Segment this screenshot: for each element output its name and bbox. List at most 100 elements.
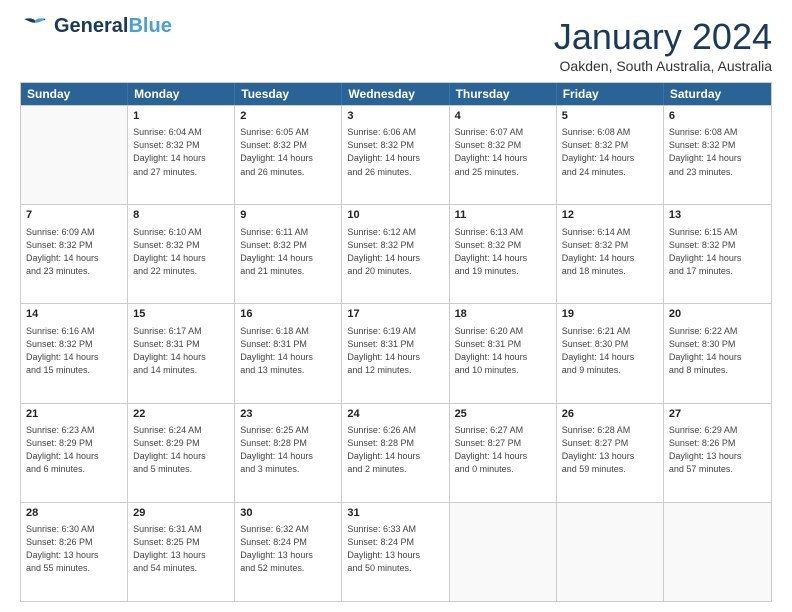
header: GeneralBlue January 2024 Oakden, South A… [20, 16, 772, 74]
cal-cell-10: 10 Sunrise: 6:12 AM Sunset: 8:32 PM Dayli… [342, 205, 449, 303]
day-number: 3 [347, 109, 443, 124]
day-number: 19 [562, 307, 658, 322]
weekday-header-friday: Friday [557, 83, 664, 105]
cal-cell-8: 8Sunrise: 6:10 AM Sunset: 8:32 PM Daylig… [128, 205, 235, 303]
day-number: 27 [669, 407, 766, 422]
cal-cell-21: 21Sunrise: 6:23 AM Sunset: 8:29 PM Dayli… [21, 404, 128, 502]
day-info: Sunrise: 6:06 AM Sunset: 8:32 PM Dayligh… [347, 126, 443, 178]
day-info: Sunrise: 6:23 AM Sunset: 8:29 PM Dayligh… [26, 424, 122, 476]
day-number: 9 [240, 208, 336, 223]
day-number: 24 [347, 407, 443, 422]
day-number: 5 [562, 109, 658, 124]
day-info: Sunrise: 6:18 AM Sunset: 8:31 PM Dayligh… [240, 325, 336, 377]
day-info: Sunrise: 6:22 AM Sunset: 8:30 PM Dayligh… [669, 325, 766, 377]
weekday-header-monday: Monday [128, 83, 235, 105]
logo: GeneralBlue [20, 16, 172, 36]
cal-cell-1: 1 Sunrise: 6:04 AM Sunset: 8:32 PM Daylig… [128, 106, 235, 204]
cal-cell-9: 9 Sunrise: 6:11 AM Sunset: 8:32 PM Daylig… [235, 205, 342, 303]
cal-cell-empty-4 [450, 503, 557, 601]
calendar-header: SundayMondayTuesdayWednesdayThursdayFrid… [21, 83, 771, 105]
cal-cell-2: 2 Sunrise: 6:05 AM Sunset: 8:32 PM Daylig… [235, 106, 342, 204]
cal-cell-31: 31Sunrise: 6:33 AM Sunset: 8:24 PM Dayli… [342, 503, 449, 601]
week-row-3: 14 Sunrise: 6:16 AM Sunset: 8:32 PM Dayli… [21, 303, 771, 402]
cal-cell-14: 14 Sunrise: 6:16 AM Sunset: 8:32 PM Dayli… [21, 304, 128, 402]
day-number: 11 [455, 208, 551, 223]
day-info: Sunrise: 6:19 AM Sunset: 8:31 PM Dayligh… [347, 325, 443, 377]
cal-cell-29: 29Sunrise: 6:31 AM Sunset: 8:25 PM Dayli… [128, 503, 235, 601]
day-info: Sunrise: 6:15 AM Sunset: 8:32 PM Dayligh… [669, 226, 766, 278]
day-number: 2 [240, 109, 336, 124]
weekday-header-thursday: Thursday [450, 83, 557, 105]
logo-text: GeneralBlue [54, 16, 172, 36]
day-info: Sunrise: 6:04 AM Sunset: 8:32 PM Dayligh… [133, 126, 229, 178]
cal-cell-13: 13 Sunrise: 6:15 AM Sunset: 8:32 PM Dayli… [664, 205, 771, 303]
day-info: Sunrise: 6:14 AM Sunset: 8:32 PM Dayligh… [562, 226, 658, 278]
day-number: 13 [669, 208, 766, 223]
day-info: Sunrise: 6:20 AM Sunset: 8:31 PM Dayligh… [455, 325, 551, 377]
day-info: Sunrise: 6:17 AM Sunset: 8:31 PM Dayligh… [133, 325, 229, 377]
cal-cell-empty-0 [21, 106, 128, 204]
day-info: Sunrise: 6:10 AM Sunset: 8:32 PM Dayligh… [133, 226, 229, 278]
weekday-header-tuesday: Tuesday [235, 83, 342, 105]
cal-cell-27: 27 Sunrise: 6:29 AM Sunset: 8:26 PM Dayli… [664, 404, 771, 502]
location-subtitle: Oakden, South Australia, Australia [554, 58, 772, 74]
day-number: 17 [347, 307, 443, 322]
day-info: Sunrise: 6:24 AM Sunset: 8:29 PM Dayligh… [133, 424, 229, 476]
cal-cell-6: 6 Sunrise: 6:08 AM Sunset: 8:32 PM Daylig… [664, 106, 771, 204]
day-number: 30 [240, 506, 336, 521]
calendar-body: 1 Sunrise: 6:04 AM Sunset: 8:32 PM Daylig… [21, 105, 771, 601]
day-number: 6 [669, 109, 766, 124]
day-info: Sunrise: 6:30 AM Sunset: 8:26 PM Dayligh… [26, 523, 122, 575]
month-title: January 2024 [554, 16, 772, 58]
day-info: Sunrise: 6:12 AM Sunset: 8:32 PM Dayligh… [347, 226, 443, 278]
cal-cell-15: 15 Sunrise: 6:17 AM Sunset: 8:31 PM Dayli… [128, 304, 235, 402]
cal-cell-20: 20 Sunrise: 6:22 AM Sunset: 8:30 PM Dayli… [664, 304, 771, 402]
day-info: Sunrise: 6:29 AM Sunset: 8:26 PM Dayligh… [669, 424, 766, 476]
cal-cell-5: 5Sunrise: 6:08 AM Sunset: 8:32 PM Daylig… [557, 106, 664, 204]
day-info: Sunrise: 6:26 AM Sunset: 8:28 PM Dayligh… [347, 424, 443, 476]
cal-cell-25: 25Sunrise: 6:27 AM Sunset: 8:27 PM Dayli… [450, 404, 557, 502]
day-number: 26 [562, 407, 658, 422]
day-info: Sunrise: 6:09 AM Sunset: 8:32 PM Dayligh… [26, 226, 122, 278]
cal-cell-19: 19 Sunrise: 6:21 AM Sunset: 8:30 PM Dayli… [557, 304, 664, 402]
day-number: 15 [133, 307, 229, 322]
day-info: Sunrise: 6:13 AM Sunset: 8:32 PM Dayligh… [455, 226, 551, 278]
day-info: Sunrise: 6:21 AM Sunset: 8:30 PM Dayligh… [562, 325, 658, 377]
cal-cell-16: 16Sunrise: 6:18 AM Sunset: 8:31 PM Dayli… [235, 304, 342, 402]
day-number: 18 [455, 307, 551, 322]
cal-cell-24: 24 Sunrise: 6:26 AM Sunset: 8:28 PM Dayli… [342, 404, 449, 502]
day-number: 10 [347, 208, 443, 223]
weekday-header-saturday: Saturday [664, 83, 771, 105]
cal-cell-7: 7Sunrise: 6:09 AM Sunset: 8:32 PM Daylig… [21, 205, 128, 303]
day-info: Sunrise: 6:16 AM Sunset: 8:32 PM Dayligh… [26, 325, 122, 377]
cal-cell-empty-6 [664, 503, 771, 601]
cal-cell-18: 18 Sunrise: 6:20 AM Sunset: 8:31 PM Dayli… [450, 304, 557, 402]
day-number: 1 [133, 109, 229, 124]
week-row-4: 21Sunrise: 6:23 AM Sunset: 8:29 PM Dayli… [21, 403, 771, 502]
cal-cell-28: 28 Sunrise: 6:30 AM Sunset: 8:26 PM Dayli… [21, 503, 128, 601]
cal-cell-11: 11 Sunrise: 6:13 AM Sunset: 8:32 PM Dayli… [450, 205, 557, 303]
day-info: Sunrise: 6:08 AM Sunset: 8:32 PM Dayligh… [669, 126, 766, 178]
day-info: Sunrise: 6:05 AM Sunset: 8:32 PM Dayligh… [240, 126, 336, 178]
week-row-1: 1 Sunrise: 6:04 AM Sunset: 8:32 PM Daylig… [21, 105, 771, 204]
day-number: 22 [133, 407, 229, 422]
cal-cell-30: 30 Sunrise: 6:32 AM Sunset: 8:24 PM Dayli… [235, 503, 342, 601]
weekday-header-sunday: Sunday [21, 83, 128, 105]
day-number: 20 [669, 307, 766, 322]
cal-cell-4: 4Sunrise: 6:07 AM Sunset: 8:32 PM Daylig… [450, 106, 557, 204]
cal-cell-26: 26 Sunrise: 6:28 AM Sunset: 8:27 PM Dayli… [557, 404, 664, 502]
day-info: Sunrise: 6:28 AM Sunset: 8:27 PM Dayligh… [562, 424, 658, 476]
day-info: Sunrise: 6:11 AM Sunset: 8:32 PM Dayligh… [240, 226, 336, 278]
day-info: Sunrise: 6:07 AM Sunset: 8:32 PM Dayligh… [455, 126, 551, 178]
week-row-5: 28 Sunrise: 6:30 AM Sunset: 8:26 PM Dayli… [21, 502, 771, 601]
day-number: 28 [26, 506, 122, 521]
day-number: 23 [240, 407, 336, 422]
day-info: Sunrise: 6:33 AM Sunset: 8:24 PM Dayligh… [347, 523, 443, 575]
title-block: January 2024 Oakden, South Australia, Au… [554, 16, 772, 74]
day-number: 14 [26, 307, 122, 322]
logo-icon [20, 17, 50, 35]
cal-cell-17: 17 Sunrise: 6:19 AM Sunset: 8:31 PM Dayli… [342, 304, 449, 402]
day-info: Sunrise: 6:32 AM Sunset: 8:24 PM Dayligh… [240, 523, 336, 575]
weekday-header-wednesday: Wednesday [342, 83, 449, 105]
day-info: Sunrise: 6:27 AM Sunset: 8:27 PM Dayligh… [455, 424, 551, 476]
